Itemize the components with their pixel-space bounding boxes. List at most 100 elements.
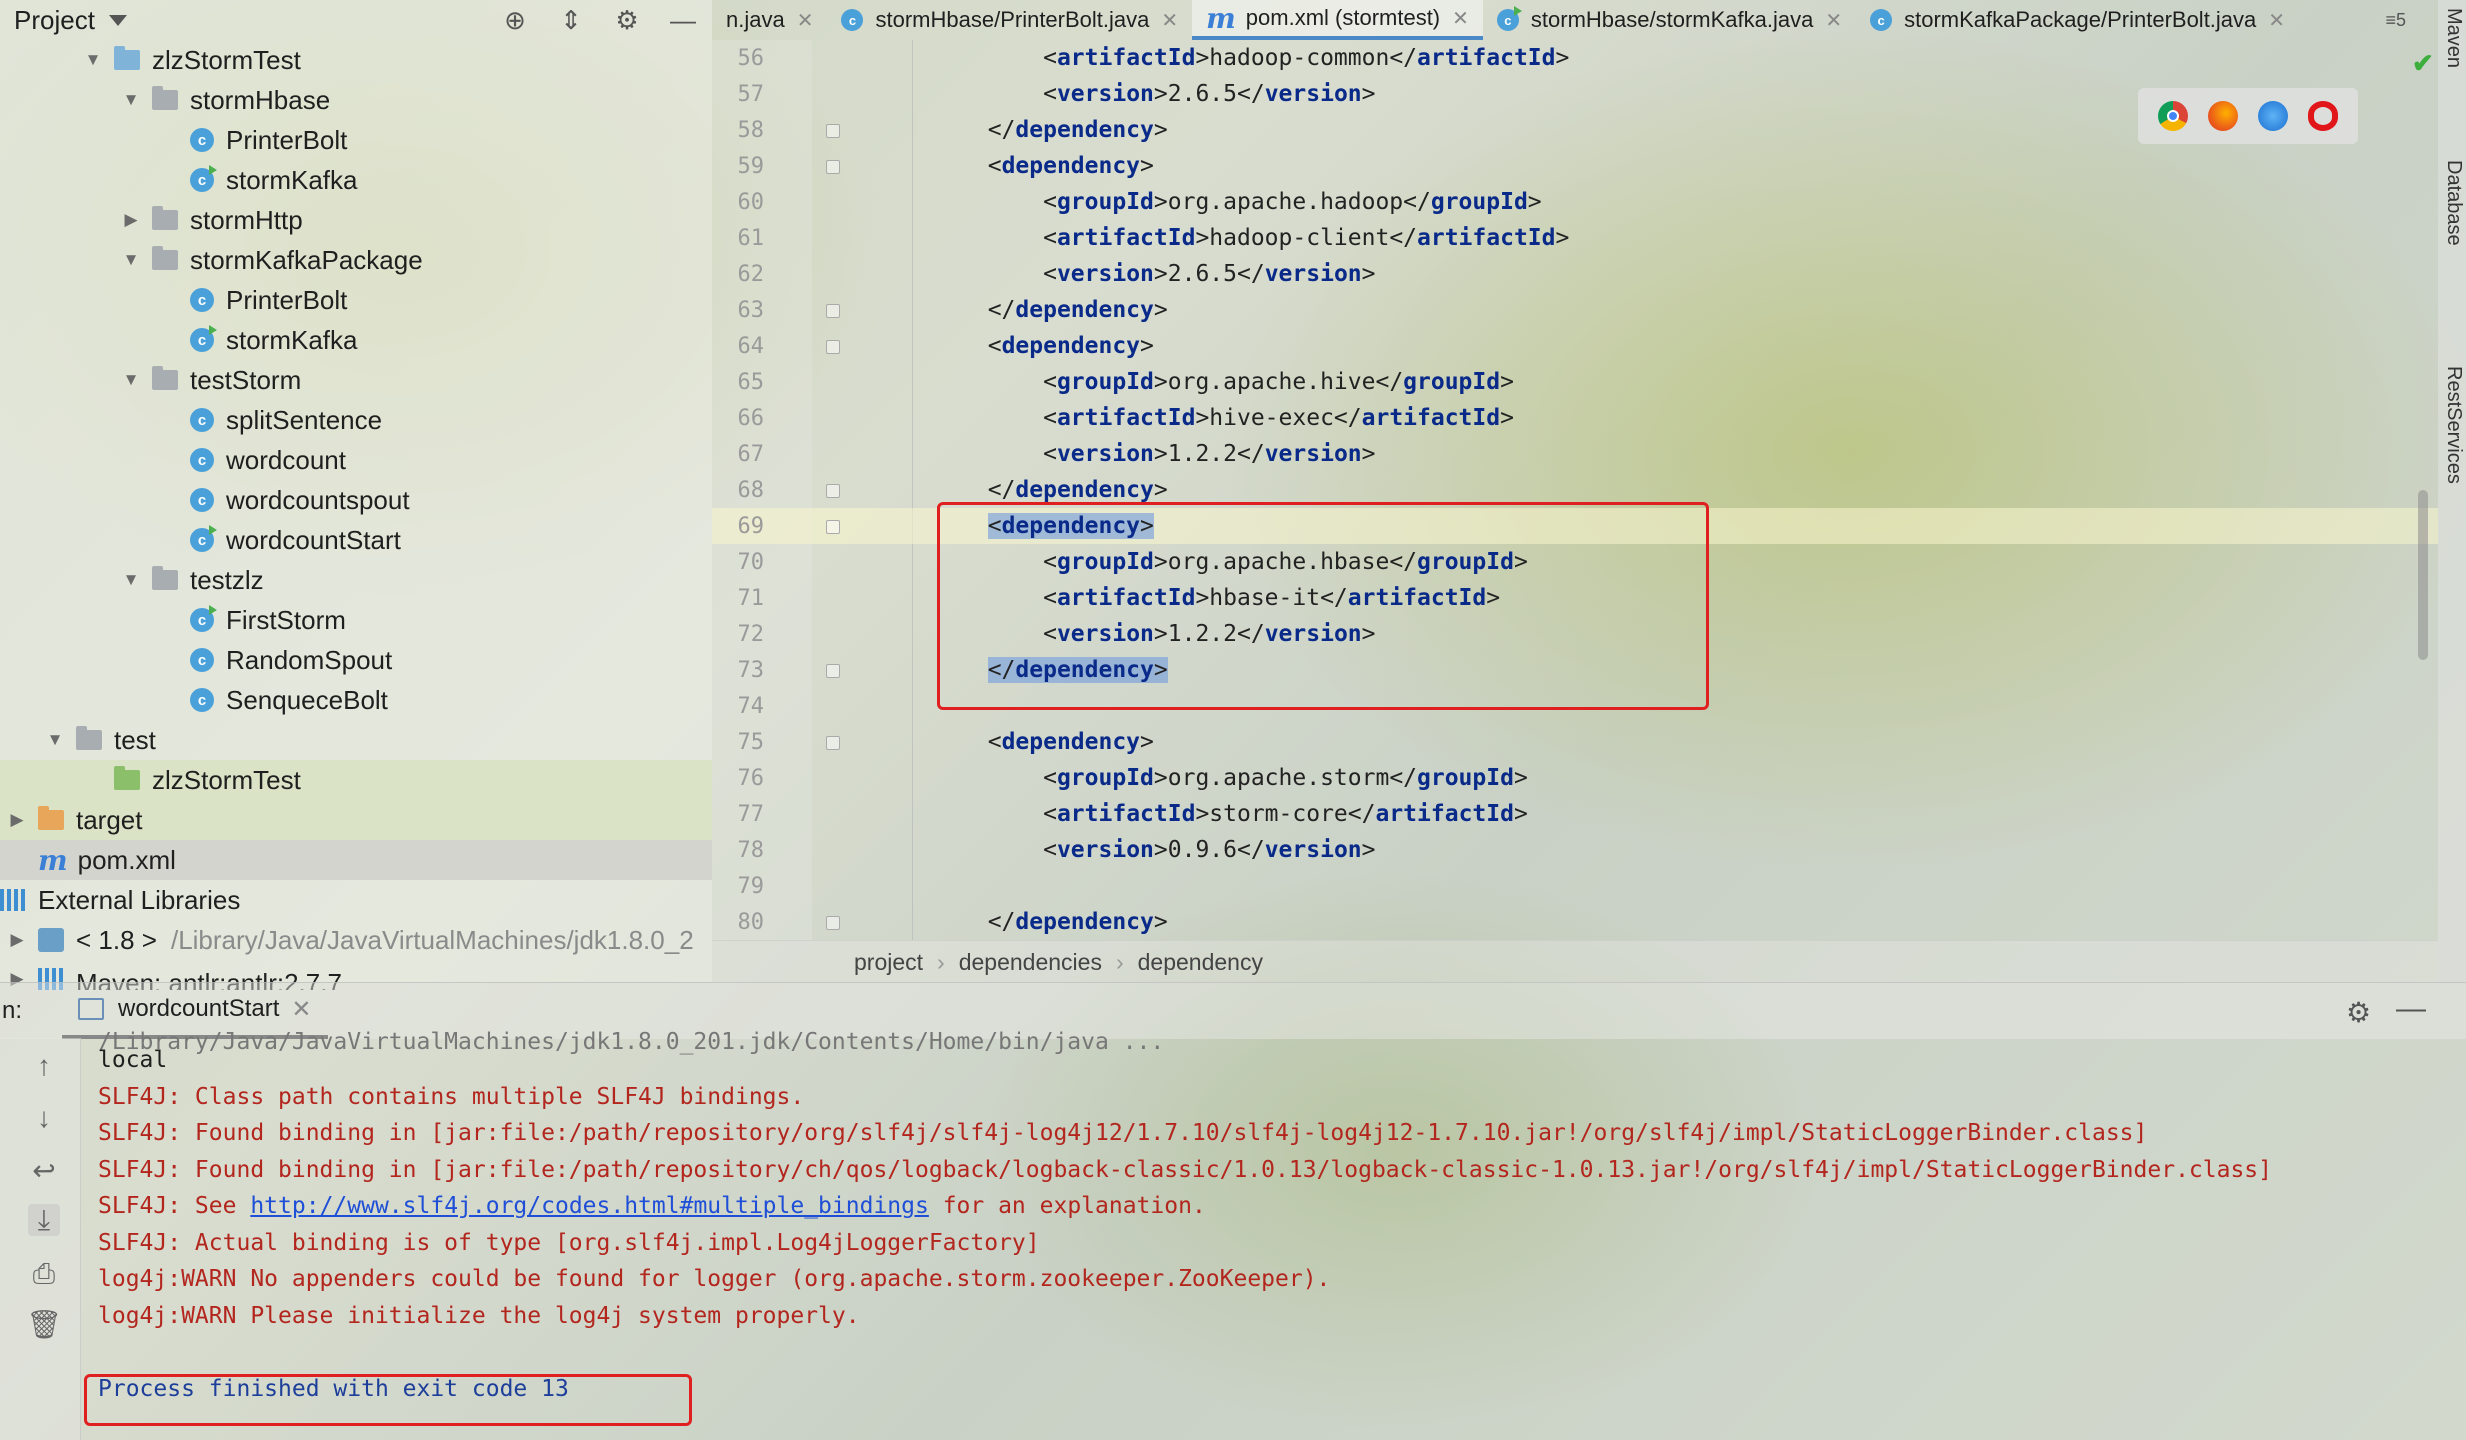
close-icon[interactable]: ✕: [797, 8, 814, 33]
tree-item[interactable]: c wordcount: [0, 440, 712, 480]
maven-tool-button[interactable]: Maven: [2442, 8, 2465, 68]
editor-tab[interactable]: c stormHbase/PrinterBolt.java ✕: [827, 0, 1192, 40]
tree-item[interactable]: c SenqueceBolt: [0, 680, 712, 720]
editor-tab-label: stormKafkaPackage/PrinterBolt.java: [1904, 7, 2257, 32]
fold-marker-icon[interactable]: [826, 664, 840, 678]
safari-icon[interactable]: [2258, 101, 2288, 131]
line-number: 72: [737, 621, 765, 647]
expand-down-icon[interactable]: ▼: [82, 49, 104, 71]
expand-right-icon[interactable]: ▶: [6, 929, 28, 951]
gear-icon[interactable]: ⚙: [2346, 996, 2371, 1029]
tree-item[interactable]: ▼ testzlz: [0, 560, 712, 600]
editor-tab[interactable]: c stormKafkaPackage/PrinterBolt.java ✕: [1856, 0, 2299, 40]
fold-marker-icon[interactable]: [826, 520, 840, 534]
tree-item[interactable]: ▼ test: [0, 720, 712, 760]
soft-wrap-icon[interactable]: ↩: [28, 1154, 60, 1186]
editor-tab[interactable]: n.java ✕: [712, 0, 827, 40]
fold-marker-icon[interactable]: [826, 340, 840, 354]
tree-item[interactable]: ▶ stormHttp: [0, 200, 712, 240]
breadcrumb-project[interactable]: project: [846, 949, 931, 976]
expand-right-icon[interactable]: ▶: [6, 809, 28, 831]
fold-marker-icon[interactable]: [826, 124, 840, 138]
inspection-ok-icon[interactable]: ✔: [2412, 48, 2434, 79]
breadcrumb-dependencies[interactable]: dependencies: [951, 949, 1110, 976]
tree-item[interactable]: c splitSentence: [0, 400, 712, 440]
arrow-down-icon[interactable]: ↓: [28, 1102, 60, 1134]
locate-icon[interactable]: ⊕: [500, 5, 530, 35]
code-editor[interactable]: 56 <artifactId>hadoop-common</artifactId…: [712, 40, 2438, 940]
editor-tab[interactable]: c stormHbase/stormKafka.java ✕: [1483, 0, 1856, 40]
tree-item[interactable]: ▼ stormKafkaPackage: [0, 240, 712, 280]
line-number: 77: [737, 801, 765, 827]
close-icon[interactable]: ✕: [1452, 6, 1469, 31]
expand-down-icon[interactable]: ▼: [120, 89, 142, 111]
tree-item[interactable]: c stormKafka: [0, 320, 712, 360]
line-number: 64: [737, 333, 765, 359]
editor-scrollbar[interactable]: [2418, 490, 2428, 660]
annotation-box-exit-code: [84, 1374, 692, 1426]
java-class-icon: c: [190, 128, 214, 152]
expand-down-icon[interactable]: ▼: [120, 369, 142, 391]
slf4j-docs-link[interactable]: http://www.slf4j.org/codes.html#multiple…: [250, 1193, 929, 1219]
console-icon: [78, 998, 104, 1020]
arrow-up-icon[interactable]: ↑: [28, 1050, 60, 1082]
breadcrumb-dependency[interactable]: dependency: [1130, 949, 1271, 976]
tree-item[interactable]: c PrinterBolt: [0, 120, 712, 160]
expand-down-icon[interactable]: ▼: [120, 249, 142, 271]
fold-marker-icon[interactable]: [826, 160, 840, 174]
editor-tab-label: stormHbase/PrinterBolt.java: [875, 7, 1150, 32]
chrome-icon[interactable]: [2158, 101, 2188, 131]
tree-item[interactable]: ▶ < 1.8 > /Library/Java/JavaVirtualMachine…: [0, 920, 712, 960]
print-icon[interactable]: ⎙: [28, 1258, 60, 1290]
restservices-tool-button[interactable]: RestServices: [2442, 366, 2465, 484]
tree-item[interactable]: c wordcountspout: [0, 480, 712, 520]
line-number: 60: [737, 189, 765, 215]
tabs-overflow-button[interactable]: ≡5: [2385, 0, 2406, 40]
tree-item[interactable]: c wordcountStart: [0, 520, 712, 560]
tree-item[interactable]: c stormKafka: [0, 160, 712, 200]
minimize-icon[interactable]: —: [2396, 992, 2426, 1026]
gear-icon[interactable]: ⚙: [612, 5, 642, 35]
close-icon[interactable]: ✕: [291, 995, 311, 1024]
tree-item[interactable]: ▼ stormHbase: [0, 80, 712, 120]
close-icon[interactable]: ✕: [1161, 8, 1178, 33]
fold-marker-icon[interactable]: [826, 304, 840, 318]
expand-down-icon[interactable]: ▼: [120, 569, 142, 591]
fold-marker-icon[interactable]: [826, 484, 840, 498]
tree-item[interactable]: zlzStormTest: [0, 760, 712, 800]
database-tool-button[interactable]: Database: [2442, 160, 2465, 246]
tree-item[interactable]: c RandomSpout: [0, 640, 712, 680]
tree-item[interactable]: ▼ zlzStormTest: [0, 40, 712, 80]
code-line: 77 <artifactId>storm-core</artifactId>: [712, 796, 2438, 832]
tree-item[interactable]: c FirstStorm: [0, 600, 712, 640]
tree-item[interactable]: ▼ testStorm: [0, 360, 712, 400]
fold-marker-icon[interactable]: [826, 916, 840, 930]
java-class-icon: c: [190, 165, 217, 192]
jdk-icon: [38, 928, 64, 952]
firefox-icon[interactable]: [2208, 101, 2238, 131]
expand-down-icon[interactable]: ▼: [44, 729, 66, 751]
close-icon[interactable]: ✕: [2268, 8, 2285, 33]
tree-item-label: FirstStorm: [226, 604, 346, 635]
close-icon[interactable]: ✕: [1825, 8, 1842, 33]
opera-icon[interactable]: [2308, 101, 2338, 131]
tree-item[interactable]: c PrinterBolt: [0, 280, 712, 320]
tree-item[interactable]: m pom.xml: [0, 840, 712, 880]
tree-item[interactable]: ▶ target: [0, 800, 712, 840]
project-toolbar: ⊕ ⇕ ⚙ —: [500, 0, 698, 40]
tree-item-label: wordcount: [226, 444, 346, 475]
collapse-all-icon[interactable]: ⇕: [556, 5, 586, 35]
line-number: 68: [737, 477, 765, 503]
hide-icon[interactable]: —: [668, 5, 698, 35]
editor-tab-label: stormHbase/stormKafka.java: [1530, 7, 1814, 32]
tree-item[interactable]: External Libraries: [0, 880, 712, 920]
editor-tab[interactable]: m pom.xml (stormtest) ✕: [1192, 0, 1483, 40]
trash-icon[interactable]: 🗑: [26, 1308, 62, 1340]
fold-marker-icon[interactable]: [826, 736, 840, 750]
expand-right-icon[interactable]: ▶: [120, 209, 142, 231]
scroll-to-end-icon[interactable]: ⤓: [28, 1204, 60, 1236]
